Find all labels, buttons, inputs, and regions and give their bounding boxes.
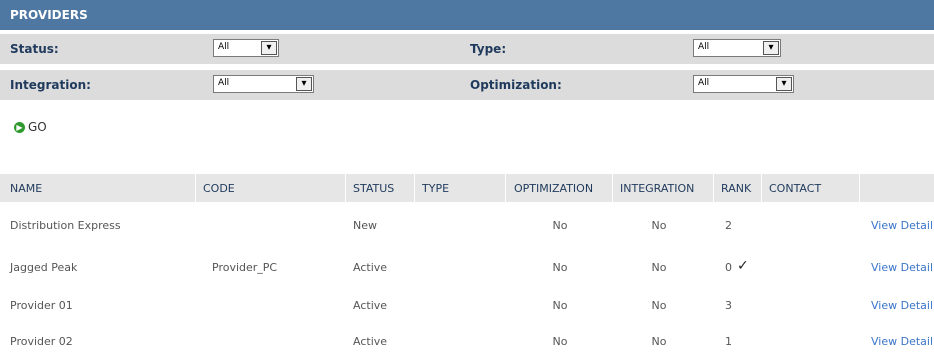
column-divider — [761, 174, 762, 202]
provider-status: Active — [353, 335, 388, 348]
integration-select-value: All — [218, 78, 230, 88]
provider-integration: No — [651, 335, 667, 348]
provider-integration: No — [651, 261, 667, 274]
provider-name: Provider 01 — [10, 299, 73, 312]
provider-integration: No — [651, 299, 667, 312]
filter-row-1: Status: All ▾ Type: All ▾ — [0, 34, 934, 64]
provider-status: Active — [353, 299, 388, 312]
optimization-label: Optimization: — [470, 78, 562, 92]
chevron-down-icon[interactable]: ▾ — [296, 77, 312, 91]
column-divider — [345, 174, 346, 202]
type-select[interactable]: All ▾ — [693, 39, 781, 57]
providers-header: PROVIDERS — [0, 0, 934, 30]
provider-name: Provider 02 — [10, 335, 73, 348]
status-select-value: All — [218, 42, 230, 52]
type-label: Type: — [470, 42, 507, 56]
provider-rank: 3 — [725, 299, 732, 312]
provider-code: Provider_PC — [212, 261, 278, 274]
integration-select[interactable]: All ▾ — [213, 75, 314, 93]
table-header: NAME CODE STATUS TYPE OPTIMIZATION INTEG… — [0, 174, 934, 202]
column-divider — [195, 174, 196, 202]
provider-name: Jagged Peak — [10, 261, 78, 274]
play-circle-icon: ▶ — [14, 121, 25, 133]
column-divider — [713, 174, 714, 202]
provider-rank: 2 — [725, 219, 732, 232]
column-divider — [505, 174, 506, 202]
col-type[interactable]: TYPE — [422, 182, 449, 195]
page-title: PROVIDERS — [10, 8, 88, 22]
provider-status: Active — [353, 261, 388, 274]
integration-label: Integration: — [10, 78, 91, 92]
provider-rank: 1 — [725, 335, 732, 348]
col-integration[interactable]: INTEGRATION — [620, 182, 694, 195]
chevron-down-icon[interactable]: ▾ — [776, 77, 792, 91]
col-status[interactable]: STATUS — [353, 182, 394, 195]
view-detail-link[interactable]: View Detail — [871, 219, 933, 232]
column-divider — [612, 174, 613, 202]
type-select-value: All — [698, 42, 710, 52]
provider-integration: No — [651, 219, 667, 232]
provider-name: Distribution Express — [10, 219, 121, 232]
table-row: Provider 01 Active No No 3 View Detail — [0, 288, 934, 325]
provider-optimization: No — [552, 335, 568, 348]
table-row: Distribution Express New No No 2 View De… — [0, 208, 934, 245]
column-divider — [859, 174, 860, 202]
chevron-down-icon[interactable]: ▾ — [763, 41, 779, 55]
provider-optimization: No — [552, 261, 568, 274]
filter-row-2: Integration: All ▾ Optimization: All ▾ — [0, 70, 934, 100]
optimization-select-value: All — [698, 78, 710, 88]
chevron-down-icon[interactable]: ▾ — [261, 41, 277, 55]
table-row: Jagged Peak Provider_PC Active No No 0 ✓… — [0, 250, 934, 287]
col-rank[interactable]: RANK — [721, 182, 751, 195]
checkmark-icon: ✓ — [737, 258, 749, 274]
view-detail-link[interactable]: View Detail — [871, 299, 933, 312]
status-label: Status: — [10, 42, 59, 56]
col-optimization[interactable]: OPTIMIZATION — [514, 182, 593, 195]
column-divider — [414, 174, 415, 202]
col-contact[interactable]: CONTACT — [769, 182, 821, 195]
provider-optimization: No — [552, 219, 568, 232]
table-row: Provider 02 Active No No 1 View Detail — [0, 324, 934, 361]
optimization-select[interactable]: All ▾ — [693, 75, 794, 93]
col-name[interactable]: NAME — [10, 182, 42, 195]
col-code[interactable]: CODE — [203, 182, 235, 195]
provider-optimization: No — [552, 299, 568, 312]
status-select[interactable]: All ▾ — [213, 39, 279, 57]
provider-rank: 0 — [725, 261, 732, 274]
view-detail-link[interactable]: View Detail — [871, 261, 933, 274]
go-button[interactable]: ▶ GO — [14, 120, 47, 134]
provider-status: New — [353, 219, 377, 232]
view-detail-link[interactable]: View Detail — [871, 335, 933, 348]
go-button-label: GO — [28, 120, 47, 134]
